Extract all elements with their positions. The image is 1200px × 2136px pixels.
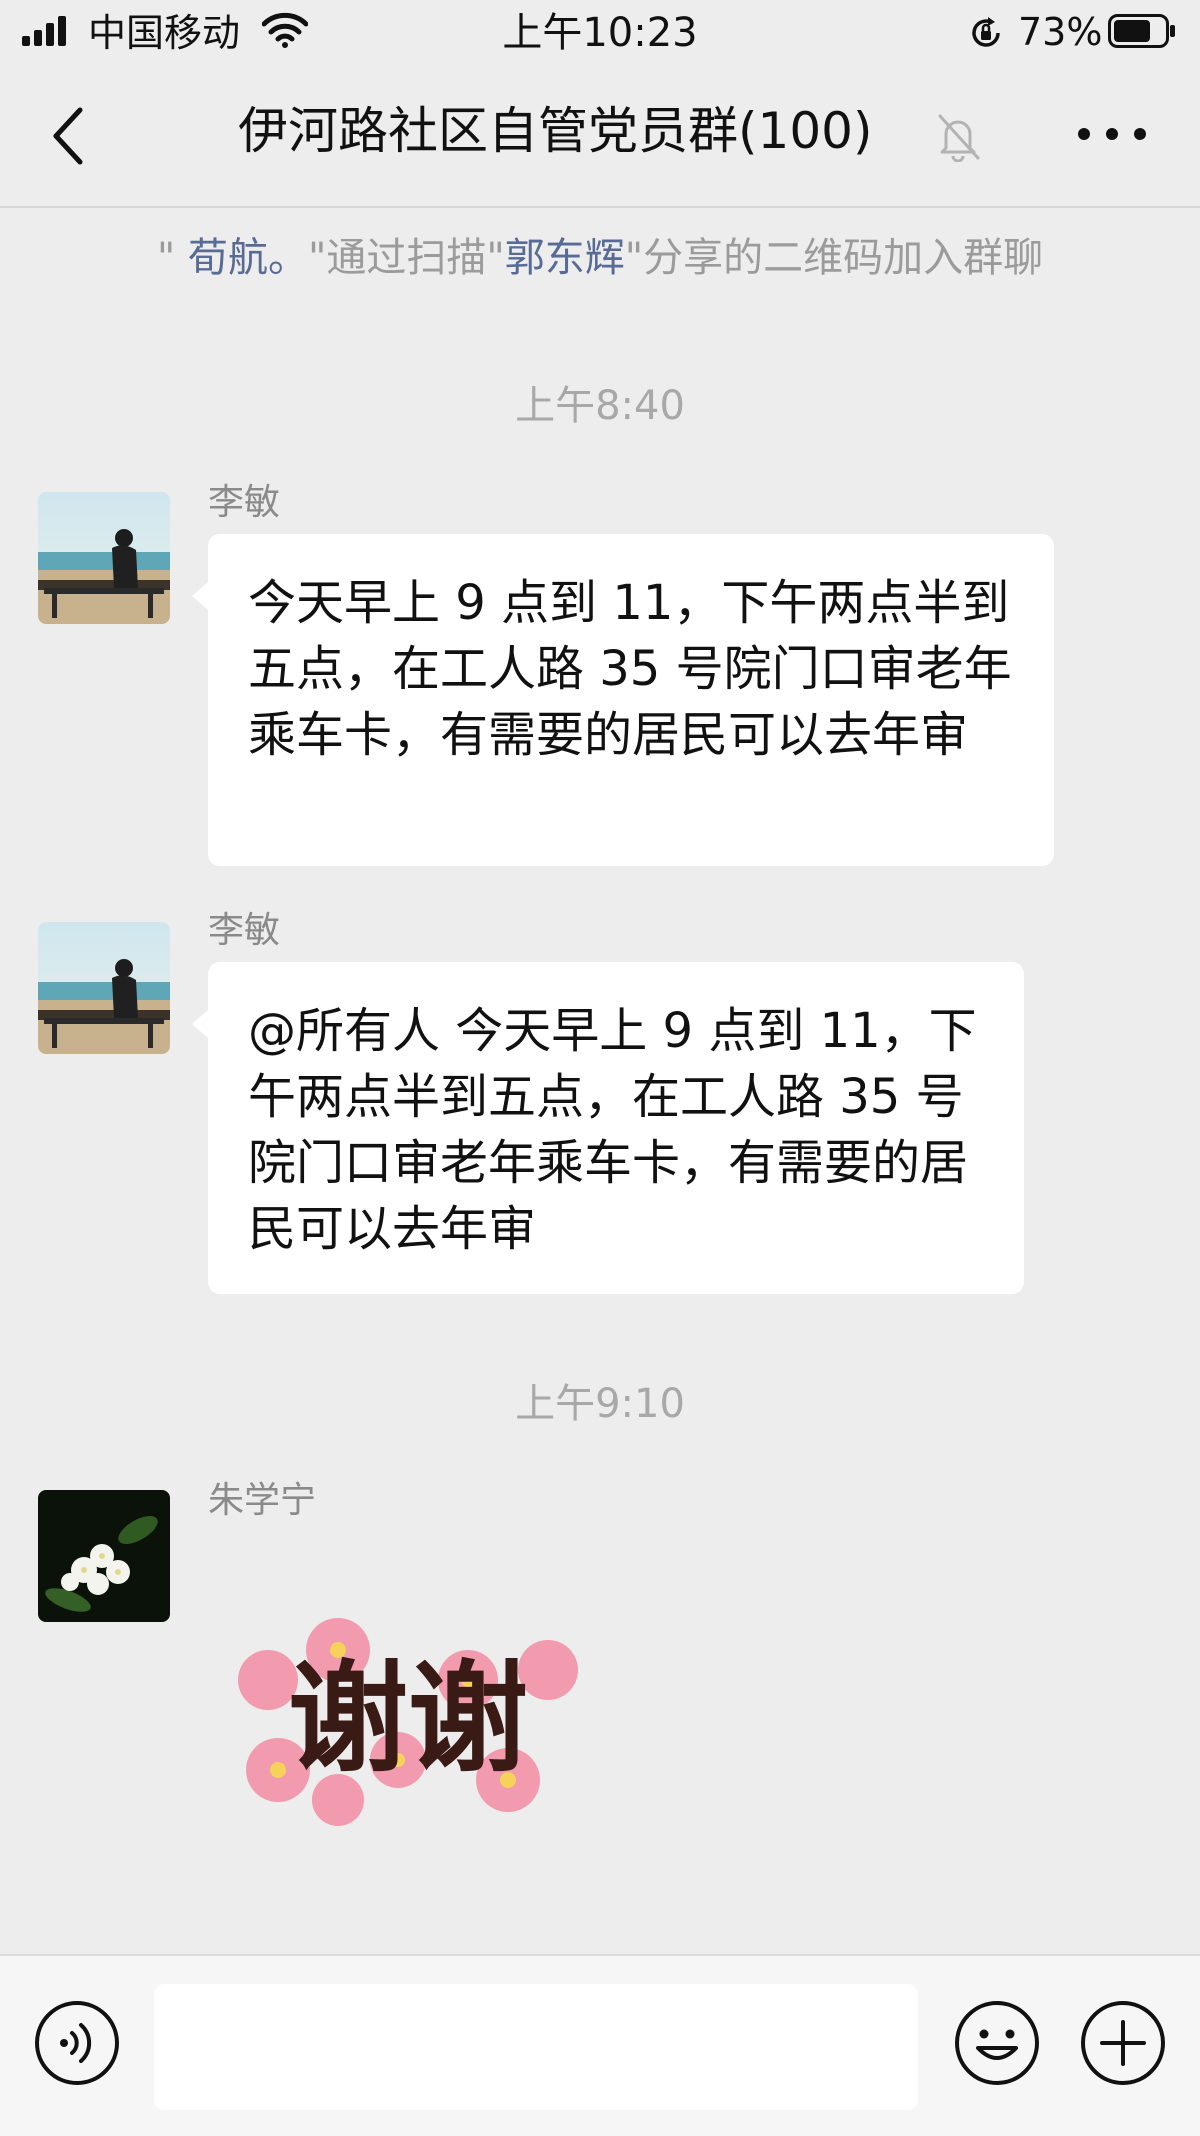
- voice-icon[interactable]: [34, 2000, 120, 2086]
- battery-icon: [1108, 14, 1175, 48]
- status-bar: 中国移动 上午10:23 73%: [0, 0, 1200, 66]
- message-bubble[interactable]: @所有人 今天早上 9 点到 11，下午两点半到五点，在工人路 35 号院门口审…: [192, 962, 1024, 1294]
- sender-name: 李敏: [208, 910, 281, 951]
- system-quote: ": [156, 235, 188, 281]
- sender-name: 朱学宁: [208, 1480, 317, 1521]
- system-text-tail: "分享的二维码加入群聊: [624, 235, 1044, 281]
- message-input[interactable]: [154, 1984, 918, 2110]
- more-dots-icon[interactable]: [1072, 114, 1152, 154]
- rotation-lock-icon: [972, 17, 1000, 47]
- timestamp: 上午9:10: [515, 1381, 685, 1427]
- avatar[interactable]: [38, 492, 170, 624]
- chat-title: 伊河路社区自管党员群(100): [238, 102, 873, 160]
- back-chevron-icon[interactable]: [40, 98, 100, 174]
- emoji-icon[interactable]: [954, 2000, 1040, 2086]
- mute-bell-icon: [938, 114, 980, 162]
- timestamp: 上午8:40: [515, 383, 685, 429]
- system-name-link[interactable]: 荀航。: [188, 235, 308, 281]
- system-inviter-link[interactable]: 郭东辉: [505, 235, 625, 281]
- avatar[interactable]: [38, 1490, 170, 1622]
- message-bubble[interactable]: 今天早上 9 点到 11，下午两点半到五点，在工人路 35 号院门口审老年乘车卡…: [192, 534, 1054, 866]
- avatar[interactable]: [38, 922, 170, 1054]
- sticker-text: 谢谢: [288, 1650, 528, 1789]
- system-text: "通过扫描": [307, 235, 505, 281]
- system-join-message: " 荀航。"通过扫描"郭东辉"分享的二维码加入群聊: [0, 228, 1200, 288]
- input-bar: [0, 1954, 1200, 2136]
- battery-percent: 73%: [1018, 10, 1103, 54]
- plus-icon[interactable]: [1080, 2000, 1166, 2086]
- nav-bar: 伊河路社区自管党员群(100): [0, 66, 1200, 208]
- thanks-sticker[interactable]: 谢谢: [218, 1610, 598, 1850]
- sender-name: 李敏: [208, 482, 281, 523]
